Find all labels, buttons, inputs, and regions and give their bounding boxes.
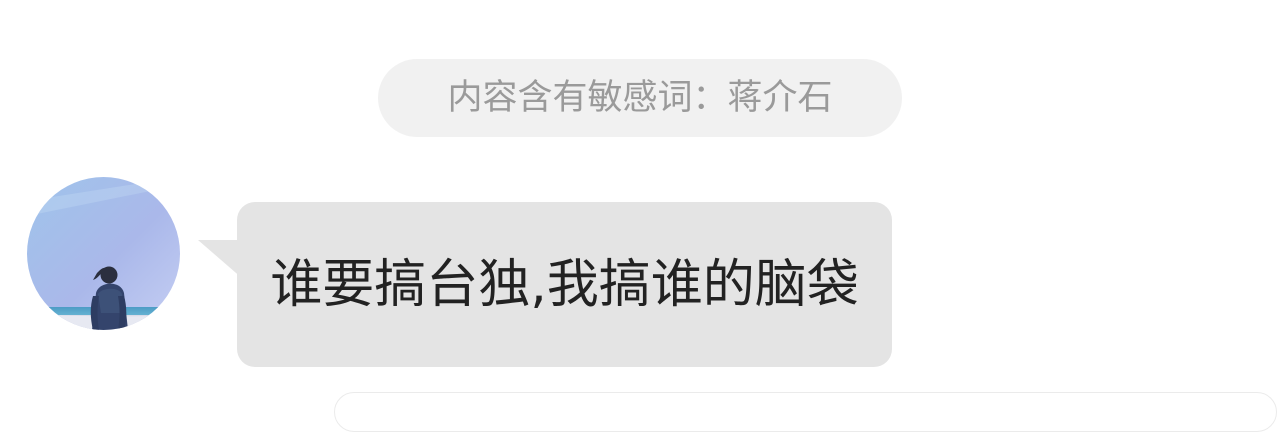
next-message-card-partial <box>334 392 1277 432</box>
sender-avatar[interactable] <box>27 177 180 330</box>
sensitive-word-notice-text: 内容含有敏感词：蒋介石 <box>447 77 833 118</box>
incoming-message-bubble[interactable]: 谁要搞台独,我搞谁的脑袋 <box>237 202 892 367</box>
avatar-photo-icon <box>27 177 180 330</box>
incoming-message-row: 谁要搞台独,我搞谁的脑袋 <box>0 170 1277 380</box>
incoming-message-text: 谁要搞台独,我搞谁的脑袋 <box>270 254 859 315</box>
sensitive-word-notice: 内容含有敏感词：蒋介石 <box>378 59 902 137</box>
